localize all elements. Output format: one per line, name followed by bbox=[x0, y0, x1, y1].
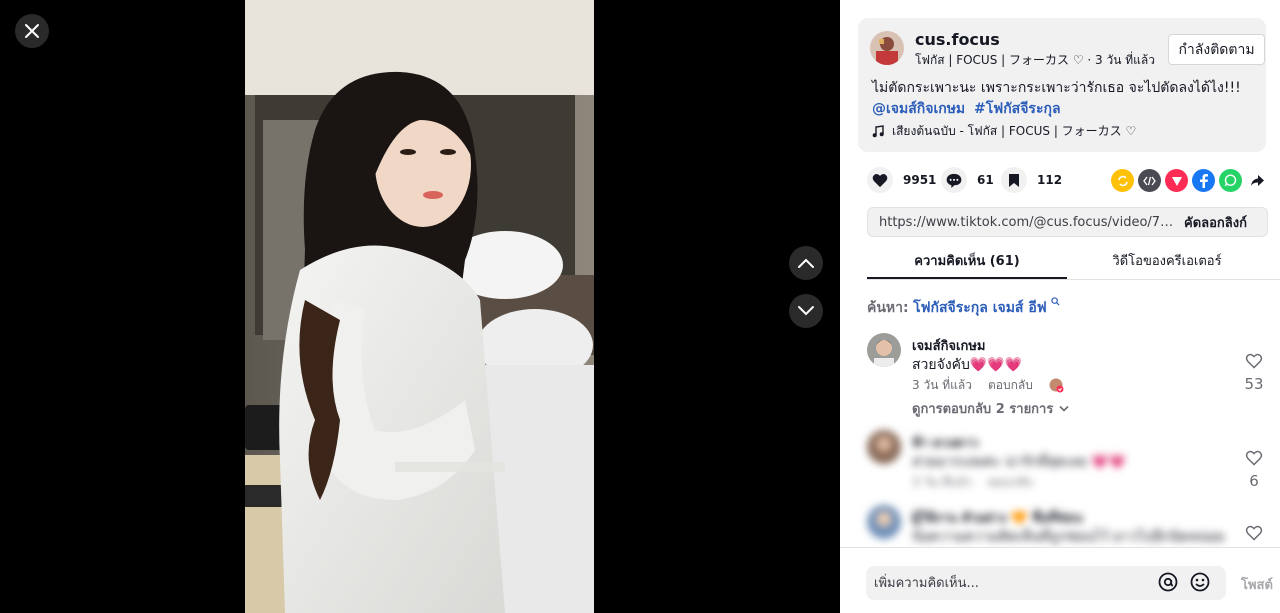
heart-icon bbox=[872, 173, 888, 187]
heart-outline-icon bbox=[1245, 353, 1263, 369]
comment-meta: 3 วัน ที่แล้ว ตอบกลับ bbox=[912, 473, 1033, 492]
author-subtitle: โฟกัส | FOCUS | フォーカス ♡ · 3 วัน ที่แล้ว bbox=[915, 53, 1155, 67]
caption-tags: @เจมส์กิจเกษม #โฟกัสจีระกุล bbox=[872, 98, 1065, 120]
comment-text: สวยมากเลยค่ะ น่ารักที่สุดเลย 💗💗 bbox=[912, 454, 1127, 470]
comment-item: ผู้ใช้งาน ตัวอย่าง 🧡 ชื่อที่ซ่อน ข้อความ… bbox=[867, 505, 1267, 550]
search-icon bbox=[1051, 297, 1060, 306]
hashtag-link[interactable]: #โฟกัสจีระกุล bbox=[974, 101, 1060, 117]
comment-item: ฟ้า ดวงดาว สวยมากเลยค่ะ น่ารักที่สุดเลย … bbox=[867, 430, 1267, 500]
comment-text: สวยจังคับ💗💗💗 bbox=[912, 357, 1023, 373]
post-comment-button[interactable]: โพสต์ bbox=[1241, 574, 1273, 595]
comment-time: 3 วัน ที่แล้ว bbox=[912, 378, 972, 392]
music-note-icon bbox=[872, 125, 884, 138]
comment-like[interactable]: 6 bbox=[1241, 450, 1267, 490]
video-player[interactable] bbox=[245, 0, 594, 613]
send-icon bbox=[1171, 176, 1182, 186]
commenter-avatar[interactable] bbox=[867, 505, 901, 539]
previous-video-button[interactable] bbox=[789, 246, 823, 280]
following-button[interactable]: กำลังติดตาม bbox=[1168, 34, 1265, 65]
tiktok-video-viewer: cus.focus โฟกัส | FOCUS | フォーカス ♡ · 3 วั… bbox=[0, 0, 1280, 613]
commenter-avatar[interactable] bbox=[867, 333, 901, 367]
author-username[interactable]: cus.focus bbox=[915, 30, 1000, 49]
search-label: ค้นหา: bbox=[867, 300, 909, 316]
view-replies-label: ดูการตอบกลับ 2 รายการ bbox=[912, 402, 1054, 417]
heart-outline-icon bbox=[1245, 450, 1263, 466]
whatsapp-share-button[interactable] bbox=[1219, 169, 1242, 192]
reply-button[interactable]: ตอบกลับ bbox=[988, 473, 1033, 492]
chevron-up-icon bbox=[798, 258, 814, 268]
bookmark-icon bbox=[1009, 173, 1019, 187]
comment-like[interactable]: 53 bbox=[1241, 353, 1267, 393]
action-bar: 9951 61 112 bbox=[867, 167, 1267, 195]
comment-count: 61 bbox=[977, 173, 994, 187]
share-arrow-icon bbox=[1251, 175, 1264, 186]
music-title: เสียงต้นฉบับ - โฟกัส | FOCUS | フォーカス ♡ bbox=[892, 124, 1137, 138]
creator-liked-avatar-icon bbox=[1049, 378, 1064, 393]
commenter-name[interactable]: ผู้ใช้งาน ตัวอย่าง 🧡 ชื่อที่ซ่อน bbox=[912, 507, 1083, 528]
commenter-avatar[interactable] bbox=[867, 430, 901, 464]
comment-meta: 3 วัน ที่แล้ว ตอบกลับ bbox=[912, 376, 1064, 395]
facebook-icon bbox=[1199, 173, 1208, 188]
video-frame-image bbox=[245, 0, 594, 613]
whatsapp-icon bbox=[1224, 174, 1237, 187]
like-action[interactable]: 9951 bbox=[867, 167, 936, 193]
like-count: 9951 bbox=[903, 173, 937, 187]
comment-composer: โพสต์ bbox=[840, 547, 1280, 613]
heart-outline-icon bbox=[1245, 525, 1263, 541]
close-button[interactable] bbox=[15, 14, 49, 48]
view-replies-button[interactable]: ดูการตอบกลับ 2 รายการ bbox=[912, 398, 1069, 419]
close-icon bbox=[25, 24, 39, 38]
comment-action[interactable]: 61 bbox=[941, 167, 994, 193]
facebook-share-button[interactable] bbox=[1192, 169, 1215, 192]
comment-button[interactable] bbox=[941, 167, 967, 193]
more-share-button[interactable] bbox=[1246, 169, 1269, 192]
next-video-button[interactable] bbox=[789, 294, 823, 328]
comment-icon bbox=[946, 173, 962, 188]
tab-comments[interactable]: ความคิดเห็น (61) bbox=[867, 245, 1067, 279]
embed-code-icon bbox=[1143, 176, 1156, 185]
video-link-box: https://www.tiktok.com/@cus.focus/video/… bbox=[867, 207, 1268, 237]
repost-button[interactable] bbox=[1111, 169, 1134, 192]
comment-like[interactable] bbox=[1241, 525, 1267, 545]
embed-button[interactable] bbox=[1138, 169, 1161, 192]
video-area bbox=[0, 0, 840, 613]
comment-text: ข้อความความคิดเห็นที่ถูกซ่อนไว้ ยาวไปอีก… bbox=[912, 529, 1225, 545]
emoji-icon[interactable] bbox=[1190, 572, 1210, 592]
reply-button[interactable]: ตอบกลับ bbox=[988, 376, 1033, 395]
video-link-text[interactable]: https://www.tiktok.com/@cus.focus/video/… bbox=[868, 215, 1178, 230]
author-avatar[interactable] bbox=[870, 31, 904, 65]
mention-link[interactable]: @เจมส์กิจเกษม bbox=[872, 101, 965, 117]
details-panel: cus.focus โฟกัส | FOCUS | フォーカス ♡ · 3 วั… bbox=[840, 0, 1280, 613]
music-link[interactable]: เสียงต้นฉบับ - โฟกัส | FOCUS | フォーカス ♡ bbox=[872, 122, 1136, 141]
suggested-search[interactable]: ค้นหา: โฟกัสจีระกุล เจมส์ อีฟ bbox=[867, 297, 1060, 319]
comment-like-count: 53 bbox=[1244, 375, 1264, 393]
save-button[interactable] bbox=[1001, 167, 1027, 193]
save-count: 112 bbox=[1037, 173, 1063, 187]
copy-link-button[interactable]: คัดลอกลิงก์ bbox=[1178, 212, 1247, 233]
video-caption: ไม่ตัดกระเพาะนะ เพราะกระเพาะว่ารักเธอ จะ… bbox=[872, 80, 1241, 96]
commenter-name[interactable]: เจมส์กิจเกษม bbox=[912, 335, 986, 356]
video-info-card: cus.focus โฟกัส | FOCUS | フォーカス ♡ · 3 วั… bbox=[858, 18, 1266, 152]
like-button[interactable] bbox=[867, 167, 893, 193]
repost-icon bbox=[1117, 175, 1128, 186]
comment-time: 3 วัน ที่แล้ว bbox=[912, 475, 972, 489]
chevron-down-icon bbox=[1059, 405, 1069, 412]
comment-item: เจมส์กิจเกษม สวยจังคับ💗💗💗 3 วัน ที่แล้ว … bbox=[867, 333, 1267, 418]
tab-creator-videos[interactable]: วิดีโอของครีเอเตอร์ bbox=[1067, 245, 1267, 279]
tabs: ความคิดเห็น (61) วิดีโอของครีเอเตอร์ bbox=[867, 245, 1280, 280]
share-icons bbox=[1111, 169, 1269, 192]
search-term[interactable]: โฟกัสจีระกุล เจมส์ อีฟ bbox=[913, 300, 1047, 316]
send-to-friends-button[interactable] bbox=[1165, 169, 1188, 192]
save-action[interactable]: 112 bbox=[1001, 167, 1062, 193]
chevron-down-icon bbox=[798, 306, 814, 316]
comment-like-count: 6 bbox=[1249, 472, 1259, 490]
mention-at-icon[interactable] bbox=[1158, 572, 1178, 592]
commenter-name[interactable]: ฟ้า ดวงดาว bbox=[912, 432, 978, 453]
